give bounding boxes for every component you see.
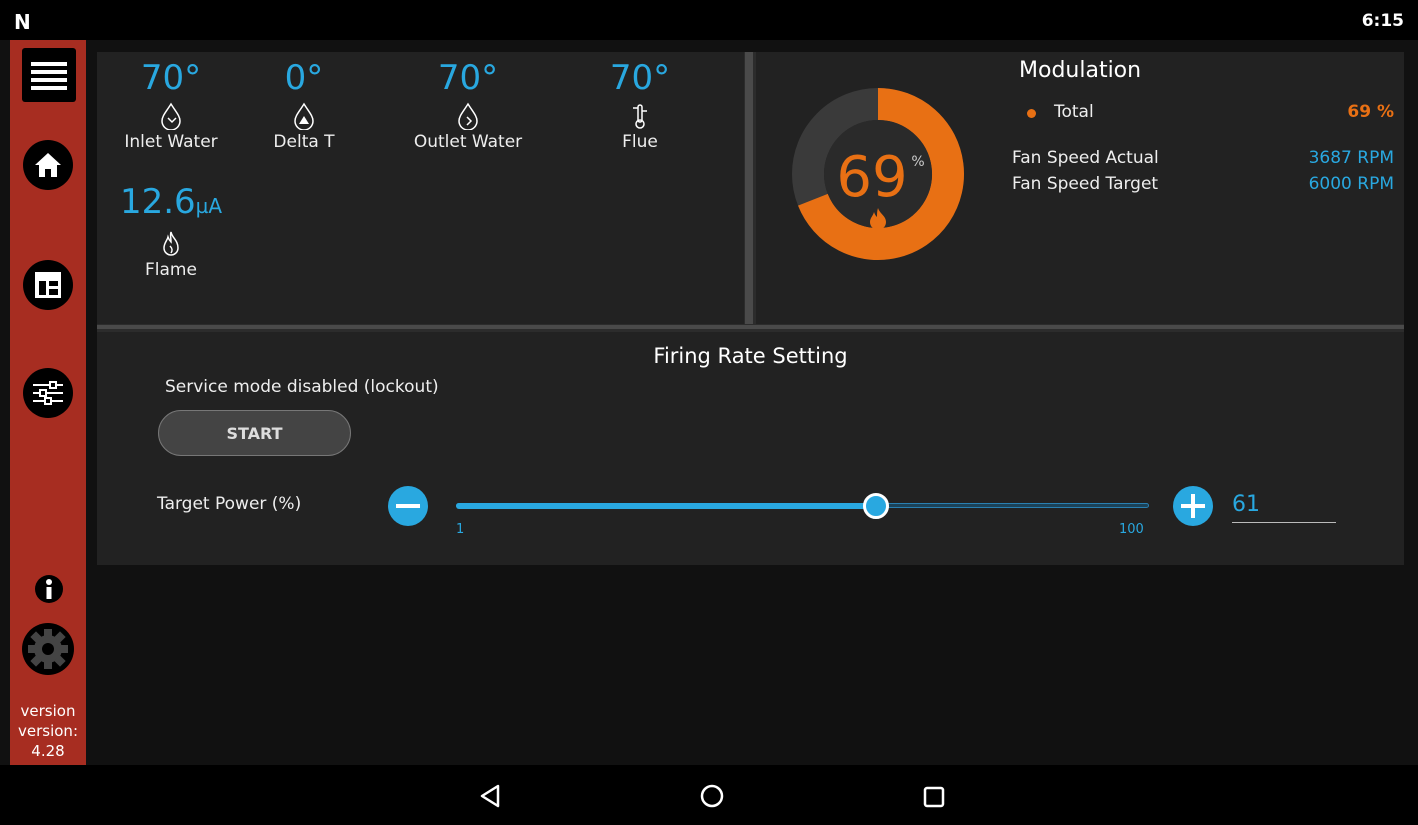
fan-speed-target-value: 6000 RPM <box>1308 174 1394 194</box>
total-value: 69 % <box>1347 102 1394 122</box>
settings-sliders-button[interactable] <box>23 368 73 418</box>
recents-icon[interactable] <box>922 785 946 809</box>
sensor-flame: 12.6µA Flame <box>111 182 231 280</box>
vertical-divider-line <box>745 52 753 324</box>
menu-button[interactable] <box>22 48 76 102</box>
sensor-label: Inlet Water <box>124 132 218 152</box>
settings-gear-button[interactable] <box>22 623 74 675</box>
power-slider-fill <box>456 503 876 509</box>
target-power-underline <box>1232 522 1336 523</box>
home-circle-icon[interactable] <box>699 783 725 809</box>
info-icon <box>46 579 52 599</box>
target-power-label: Target Power (%) <box>157 494 302 514</box>
decrease-button[interactable] <box>388 486 428 526</box>
minus-icon <box>396 504 420 508</box>
sensor-value: 70° <box>609 58 671 98</box>
sensor-value: 70° <box>140 58 202 98</box>
back-icon[interactable] <box>478 783 502 809</box>
home-button[interactable] <box>23 140 73 190</box>
firing-rate-title: Firing Rate Setting <box>653 344 848 368</box>
sensor-inlet-water: 70° Inlet Water <box>111 58 231 152</box>
fan-speed-actual-label: Fan Speed Actual <box>1012 148 1159 168</box>
sensor-label: Flame <box>145 260 197 280</box>
sensor-label: Flue <box>622 132 658 152</box>
sensor-flue: 70° Flue <box>580 58 700 152</box>
target-power-input[interactable]: 61 <box>1232 492 1260 517</box>
sensor-label: Outlet Water <box>413 132 523 152</box>
sensor-delta-t: 0° Delta T <box>244 58 364 152</box>
dashboard-icon <box>35 272 61 298</box>
slider-max-label: 100 <box>1119 522 1144 537</box>
start-button[interactable]: START <box>158 410 351 456</box>
power-slider-thumb[interactable] <box>863 493 889 519</box>
water-drop-in-icon <box>161 102 181 130</box>
navigation-bar <box>0 765 1418 825</box>
flame-outline-icon <box>163 231 179 256</box>
increase-button[interactable] <box>1173 486 1213 526</box>
version-info: version version: 4.28 <box>10 701 86 761</box>
flame-value: 12.6 <box>119 182 196 222</box>
hamburger-icon <box>31 62 67 90</box>
slider-min-label: 1 <box>456 522 465 537</box>
status-bar: N 6:15 <box>0 0 1418 40</box>
fan-speed-actual-value: 3687 RPM <box>1308 148 1394 168</box>
sensor-label: Delta T <box>273 132 335 152</box>
flame-unit: µA <box>195 194 223 218</box>
sensor-value: 70° <box>437 58 499 98</box>
gear-icon <box>24 625 72 673</box>
version-number: 4.28 <box>31 742 65 760</box>
modulation-gauge: 69 % <box>792 88 964 260</box>
sliders-icon <box>33 381 63 405</box>
plus-icon <box>1181 494 1205 518</box>
info-button[interactable] <box>35 575 63 603</box>
horizontal-divider-line <box>97 325 1404 329</box>
service-mode-status: Service mode disabled (lockout) <box>165 377 439 397</box>
sensor-outlet-water: 70° Outlet Water <box>408 58 528 152</box>
firing-rate-panel: Firing Rate Setting Service mode disable… <box>97 332 1404 565</box>
clock: 6:15 <box>1361 11 1404 31</box>
gauge-unit: % <box>911 154 924 170</box>
sensor-value: 0° <box>284 58 324 98</box>
notification-logo: N <box>14 10 31 34</box>
sensor-panel: 70° Inlet Water 0° Delta T 70° Outlet Wa… <box>97 52 744 324</box>
sensor-value: 12.6µA <box>111 182 231 226</box>
total-label: Total <box>1054 102 1094 122</box>
home-icon <box>35 153 61 177</box>
modulation-panel: 69 % Modulation Total 69 % Fan Speed Act… <box>756 52 1404 324</box>
thermometer-icon <box>633 104 647 129</box>
water-drop-delta-icon <box>294 102 314 130</box>
modulation-title: Modulation <box>1019 58 1142 83</box>
version-line1: version <box>20 702 76 720</box>
version-line2: version: <box>18 722 78 740</box>
dashboard-button[interactable] <box>23 260 73 310</box>
fan-speed-target-label: Fan Speed Target <box>1012 174 1159 194</box>
water-drop-out-icon <box>458 102 478 130</box>
gauge-value: 69 <box>836 145 907 210</box>
sidebar: version version: 4.28 <box>10 40 86 765</box>
app-area: version version: 4.28 70° Inlet Water 0°… <box>0 40 1418 765</box>
legend-dot <box>1027 109 1036 118</box>
